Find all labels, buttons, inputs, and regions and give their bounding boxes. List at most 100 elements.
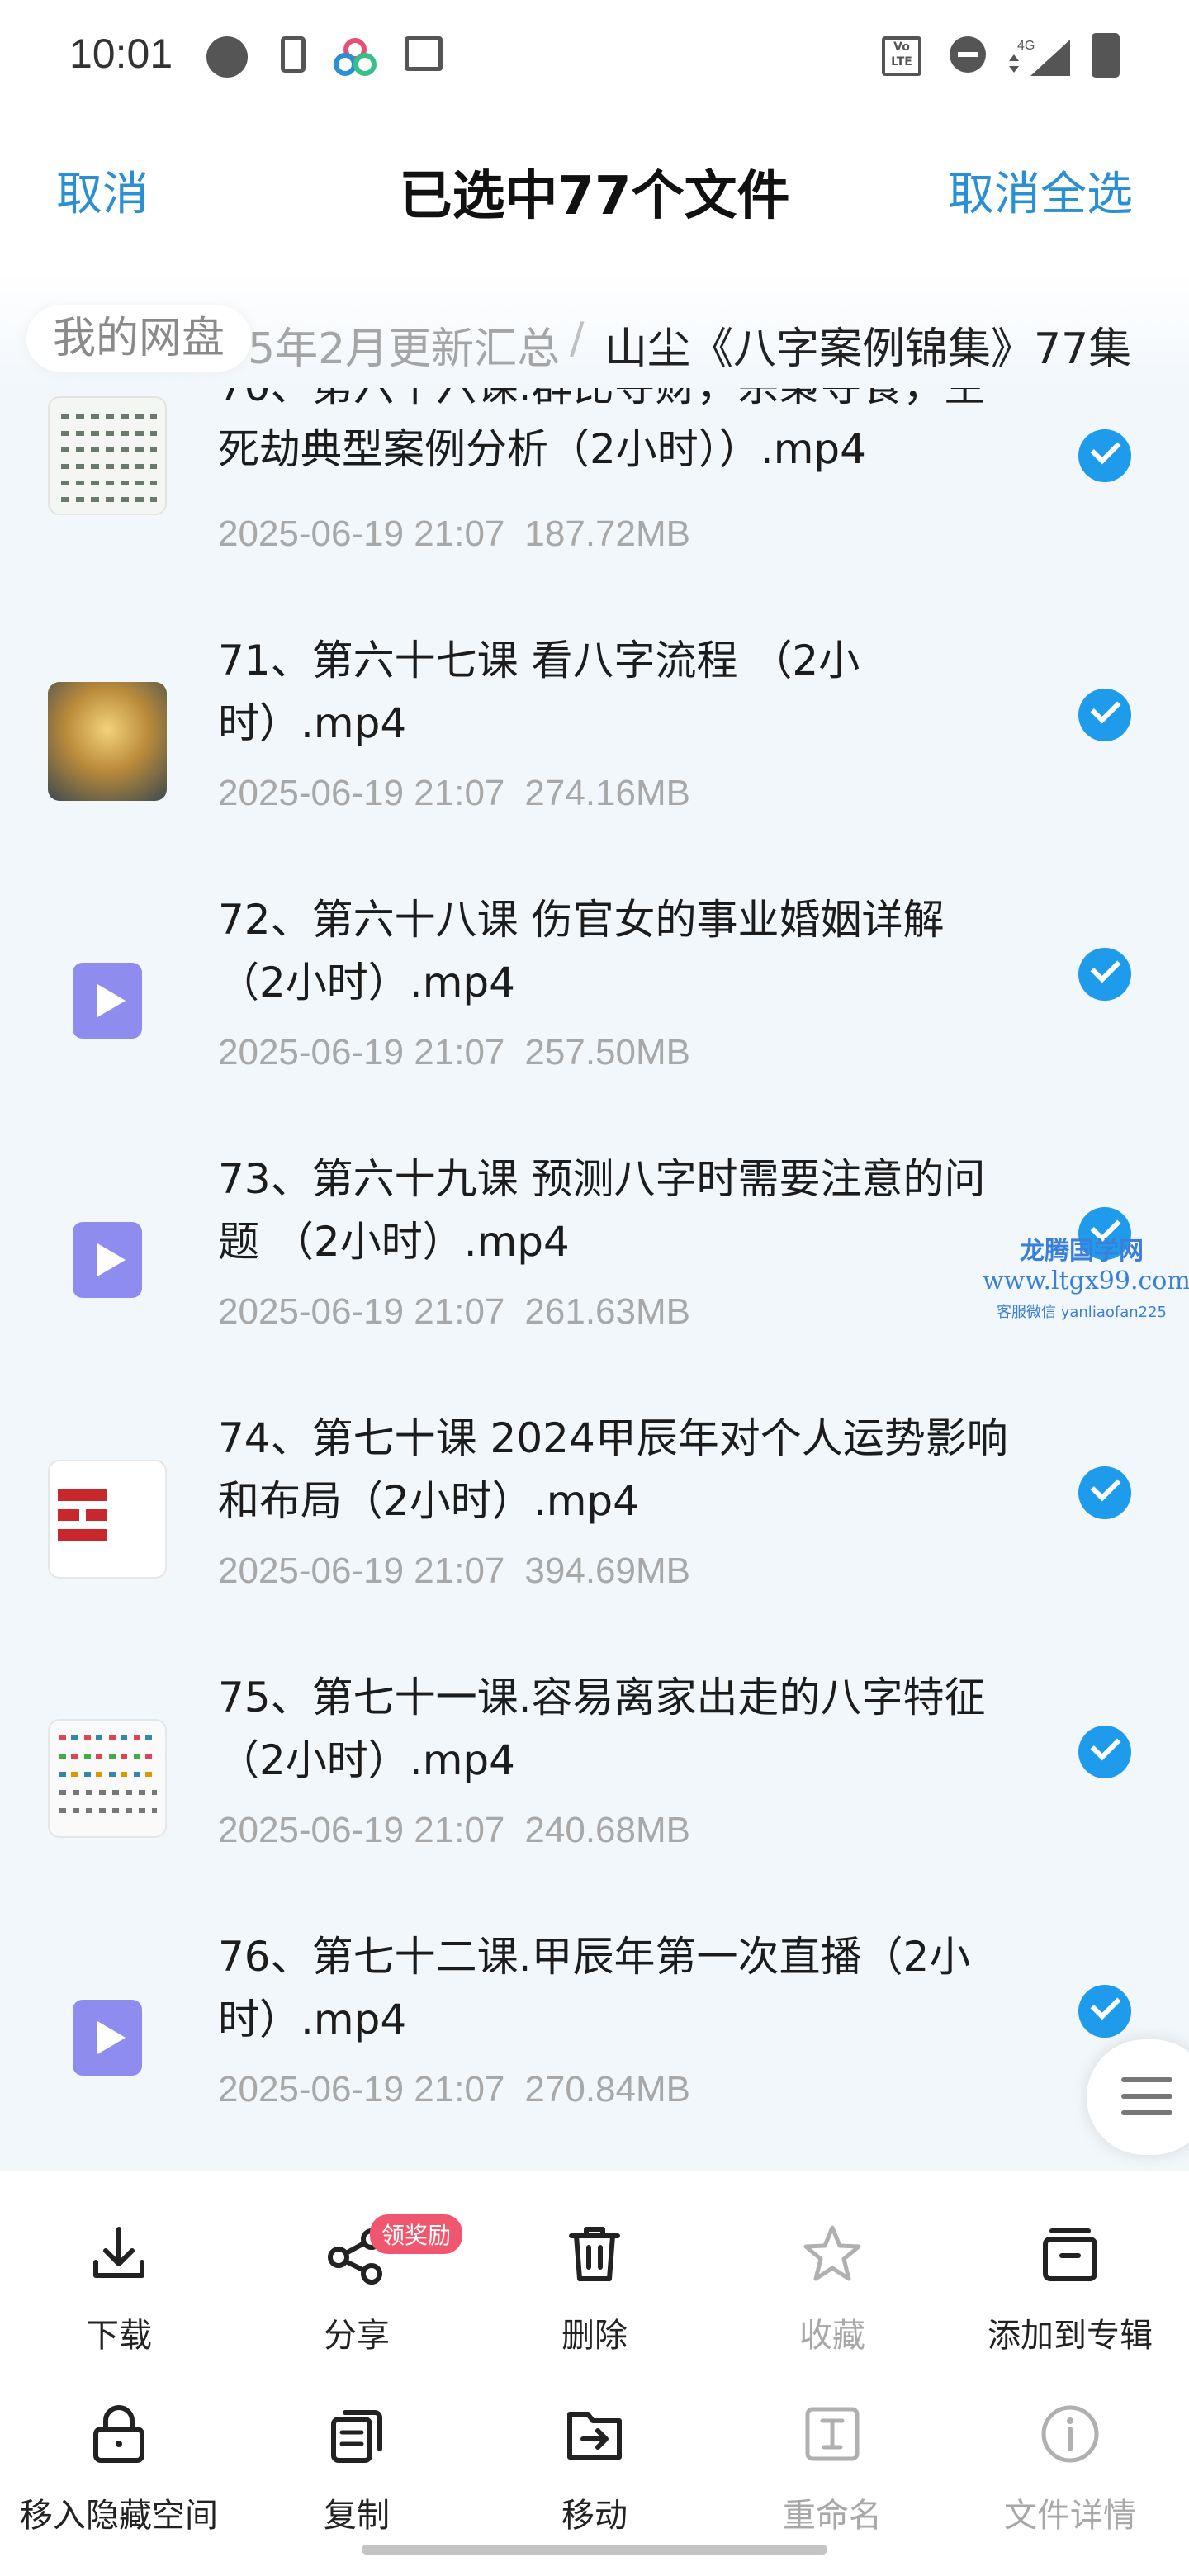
- selected-checkbox-icon[interactable]: [1078, 1726, 1131, 1778]
- file-row[interactable]: 70、第六十六课.群比夺财，杀枭夺食，生死劫典型案例分析（2小时））.mp4 2…: [0, 388, 1189, 614]
- file-thumbnail: [48, 682, 167, 801]
- file-thumbnail: [48, 1460, 167, 1579]
- share-button[interactable]: 领奖励 分享: [238, 2196, 476, 2361]
- breadcrumb-separator: /: [570, 314, 585, 363]
- file-size: 187.72MB: [524, 514, 690, 554]
- breadcrumb-item-root[interactable]: 我的网盘: [26, 305, 252, 372]
- file-name: 72、第六十八课 伤官女的事业婚姻详解（2小时）.mp4: [218, 896, 945, 1006]
- network-type-label: 4G: [1017, 39, 1035, 53]
- home-indicator[interactable]: [362, 2545, 827, 2555]
- favorite-button[interactable]: 收藏: [713, 2196, 951, 2361]
- breadcrumb-item-current: 山尘《八字案例锦集》77集: [604, 324, 1132, 374]
- action-label: 添加到专辑: [988, 2317, 1153, 2355]
- watermark: 龙腾国学网 www.ltgx99.com 客服微信 yanliaofan225: [983, 1230, 1189, 1322]
- file-size: 240.68MB: [524, 1810, 690, 1850]
- file-meta: 2025-06-19 21:07 257.50MB: [218, 1032, 690, 1073]
- copy-icon: [331, 2410, 382, 2463]
- watermark-title: 龙腾国学网: [1020, 1237, 1144, 1266]
- status-bar: 10:01 Vo LTE 4G: [0, 0, 1189, 107]
- file-name: 71、第六十七课 看八字流程 （2小时）.mp4: [218, 637, 860, 747]
- battery-icon: [1092, 33, 1120, 78]
- download-icon: [93, 2227, 144, 2278]
- signal-icon: 4G: [1009, 39, 1070, 76]
- lock-icon: [93, 2405, 144, 2463]
- selected-checkbox-icon[interactable]: [1078, 1466, 1131, 1519]
- file-name: 70、第六十六课.群比夺财，杀枭夺食，生死劫典型案例分析（2小时））.mp4: [218, 388, 986, 473]
- action-label: 移动: [561, 2497, 628, 2535]
- file-name: 73、第六十九课 预测八字时需要注意的问题 （2小时）.mp4: [218, 1155, 986, 1266]
- file-row[interactable]: 76、第七十二课.甲辰年第一次直播（2小时）.mp4 2025-06-19 21…: [0, 1911, 1189, 2170]
- reward-badge: 领奖励: [370, 2214, 463, 2254]
- copy-button[interactable]: 复制: [238, 2376, 476, 2541]
- file-date: 2025-06-19 21:07: [218, 1291, 505, 1332]
- do-not-disturb-icon: [950, 36, 986, 73]
- file-date: 2025-06-19 21:07: [218, 1032, 505, 1073]
- selected-checkbox-icon[interactable]: [1078, 1985, 1131, 2038]
- file-date: 2025-06-19 21:07: [218, 2069, 505, 2110]
- file-name: 76、第七十二课.甲辰年第一次直播（2小时）.mp4: [218, 1933, 971, 2043]
- app-notification-icon: [334, 38, 377, 76]
- file-meta: 2025-06-19 21:07 274.16MB: [218, 773, 690, 814]
- action-label: 下载: [86, 2317, 152, 2355]
- action-label: 重命名: [783, 2497, 882, 2535]
- file-row[interactable]: 75、第七十一课.容易离家出走的八字特征（2小时）.mp4 2025-06-19…: [0, 1651, 1189, 1911]
- top-nav: 取消 已选中77个文件 取消全选: [0, 107, 1189, 272]
- file-meta: 2025-06-19 21:07 187.72MB: [218, 514, 690, 555]
- file-meta: 2025-06-19 21:07 270.84MB: [218, 2069, 690, 2110]
- file-name: 74、第七十课 2024甲辰年对个人运势影响和布局（2小时）.mp4: [218, 1414, 1008, 1525]
- selected-checkbox-icon[interactable]: [1078, 429, 1131, 482]
- file-date: 2025-06-19 21:07: [218, 1810, 505, 1850]
- file-size: 274.16MB: [524, 773, 690, 813]
- download-notification-icon: [281, 36, 306, 73]
- file-size: 270.84MB: [524, 2069, 690, 2110]
- file-size: 257.50MB: [524, 1032, 690, 1073]
- file-date: 2025-06-19 21:07: [218, 1551, 505, 1591]
- download-button[interactable]: 下载: [0, 2196, 238, 2361]
- action-label: 移入隐藏空间: [20, 2497, 218, 2535]
- file-meta: 2025-06-19 21:07 240.68MB: [218, 1810, 690, 1851]
- volte-icon: Vo LTE: [882, 36, 921, 76]
- menu-icon: [1121, 2077, 1172, 2082]
- file-thumbnail: [48, 1719, 167, 1838]
- file-details-button[interactable]: 文件详情: [951, 2376, 1189, 2541]
- rename-icon: [805, 2407, 860, 2461]
- move-button[interactable]: 移动: [476, 2376, 713, 2541]
- selected-checkbox-icon[interactable]: [1078, 948, 1131, 1001]
- action-bar: 下载 领奖励 分享 删除 收藏 添加到专辑 移入隐藏空间 复制 移动 重命名 文…: [0, 2171, 1189, 2576]
- breadcrumb: 5年2月更新汇总 我的网盘 / 山尘《八字案例锦集》77集: [0, 272, 1189, 388]
- file-thumbnail: [48, 396, 167, 515]
- album-icon: [1043, 2228, 1097, 2281]
- action-label: 收藏: [799, 2317, 865, 2355]
- action-label: 分享: [324, 2317, 390, 2355]
- action-label: 删除: [561, 2317, 628, 2355]
- rename-button[interactable]: 重命名: [713, 2376, 951, 2541]
- add-to-album-button[interactable]: 添加到专辑: [951, 2196, 1189, 2361]
- status-time: 10:01: [69, 31, 173, 77]
- watermark-url: www.ltgx99.com: [983, 1267, 1189, 1295]
- file-row[interactable]: 71、第六十七课 看八字流程 （2小时）.mp4 2025-06-19 21:0…: [0, 614, 1189, 874]
- breadcrumb-item-parent[interactable]: 5年2月更新汇总: [248, 314, 560, 376]
- assistant-icon: [206, 36, 248, 78]
- watermark-contact: 客服微信 yanliaofan225: [997, 1304, 1167, 1321]
- move-icon: [567, 2412, 622, 2460]
- video-file-icon: [48, 1978, 167, 2097]
- video-file-icon: [48, 941, 167, 1060]
- star-icon: [803, 2225, 861, 2281]
- move-to-hidden-button[interactable]: 移入隐藏空间: [0, 2376, 238, 2541]
- trash-icon: [569, 2227, 620, 2281]
- file-date: 2025-06-19 21:07: [218, 514, 505, 554]
- file-name: 75、第七十一课.容易离家出走的八字特征（2小时）.mp4: [218, 1674, 986, 1784]
- file-row[interactable]: 74、第七十课 2024甲辰年对个人运势影响和布局（2小时）.mp4 2025-…: [0, 1392, 1189, 1651]
- selected-checkbox-icon[interactable]: [1078, 689, 1131, 741]
- file-row[interactable]: 72、第六十八课 伤官女的事业婚姻详解（2小时）.mp4 2025-06-19 …: [0, 874, 1189, 1133]
- deselect-all-button[interactable]: 取消全选: [948, 157, 1133, 224]
- file-size: 261.63MB: [524, 1291, 690, 1332]
- delete-button[interactable]: 删除: [476, 2196, 713, 2361]
- file-meta: 2025-06-19 21:07 394.69MB: [218, 1551, 690, 1592]
- video-file-icon: [48, 1200, 167, 1319]
- action-label: 复制: [324, 2497, 390, 2535]
- action-label: 文件详情: [1004, 2497, 1136, 2535]
- info-icon: [1041, 2405, 1099, 2463]
- image-notification-icon: [405, 36, 443, 71]
- file-meta: 2025-06-19 21:07 261.63MB: [218, 1291, 690, 1333]
